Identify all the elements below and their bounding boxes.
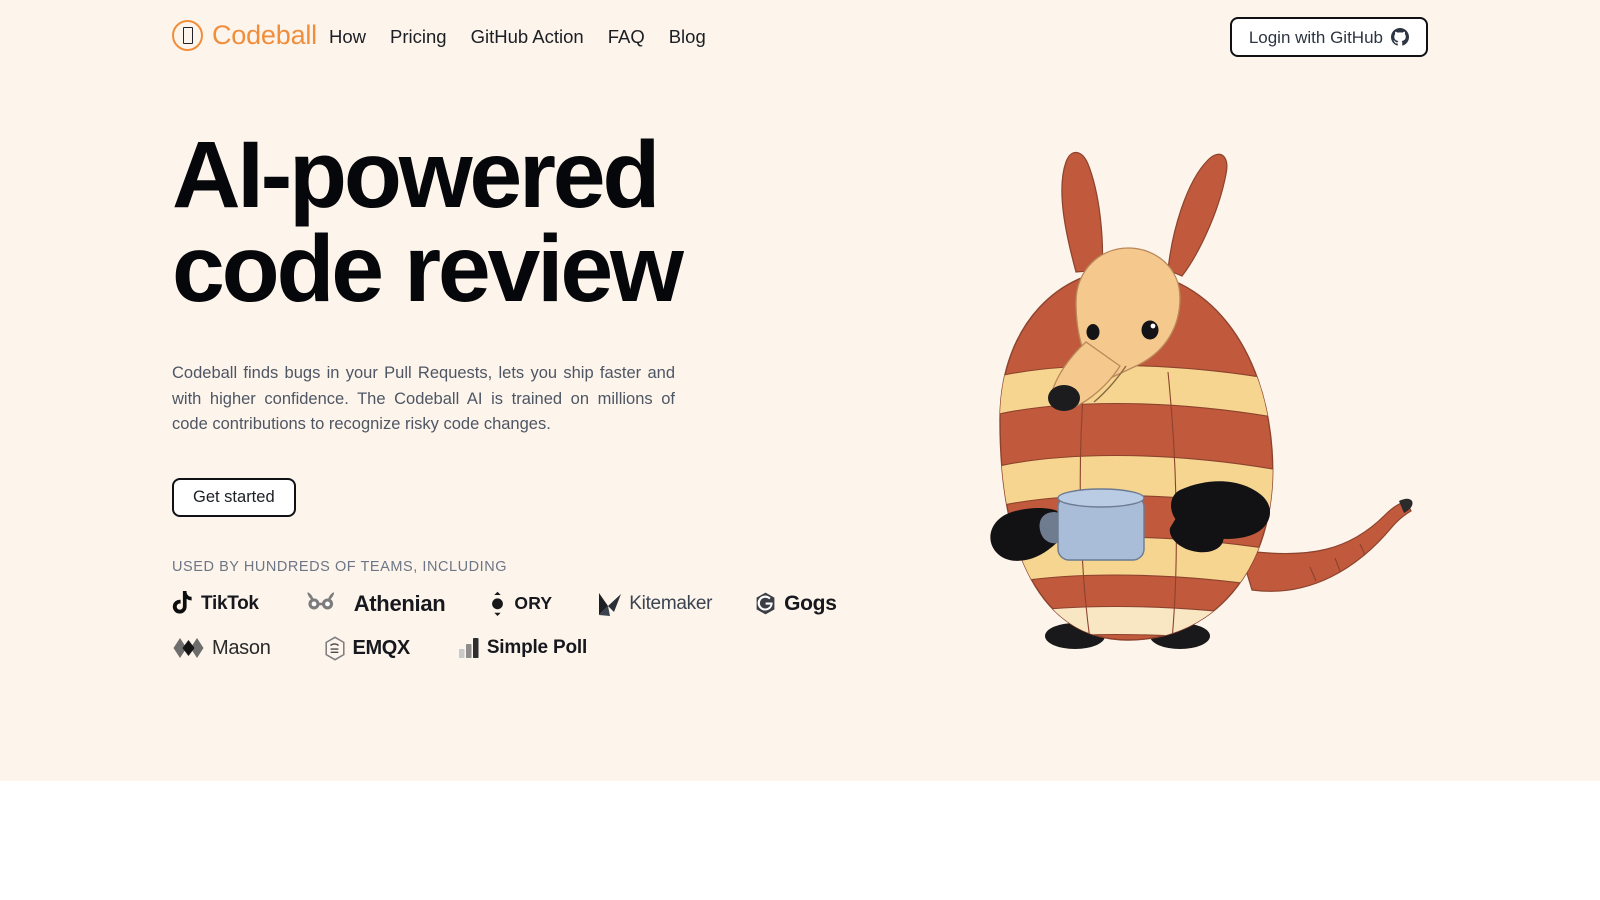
- customer-logo-simple-poll-label: Simple Poll: [486, 637, 588, 659]
- customer-logo-kitemaker: Kitemaker: [597, 591, 712, 617]
- kitemaker-icon: [599, 592, 622, 616]
- customer-logo-row-1: TikTok Athenian ORY Kitemaker Gogs: [172, 591, 837, 617]
- headline-line-1: AI-powered: [172, 122, 660, 228]
- customer-logo-tiktok: TikTok: [172, 591, 259, 616]
- nav-link-blog[interactable]: Blog: [657, 24, 718, 50]
- armadillo-svg: [990, 151, 1413, 649]
- codeball-logo-glyph: [182, 27, 193, 44]
- hero-content: AI-powered code review Codeball finds bu…: [172, 128, 837, 661]
- customer-logo-ory: ORY: [488, 591, 552, 617]
- customer-logo-tiktok-label: TikTok: [201, 592, 259, 614]
- headline-line-2: code review: [172, 216, 684, 323]
- page-root: Codeball How Pricing GitHub Action FAQ B…: [0, 0, 1600, 900]
- customer-logo-gogs-label: Gogs: [784, 591, 837, 615]
- customer-logo-grid: TikTok Athenian ORY Kitemaker Gogs Mason…: [172, 591, 837, 661]
- used-by-label: USED BY HUNDREDS OF TEAMS, INCLUDING: [172, 558, 508, 575]
- customer-logo-simple-poll: Simple Poll: [458, 637, 587, 659]
- hero-subtitle: Codeball finds bugs in your Pull Request…: [172, 364, 675, 434]
- brand-logo-link[interactable]: Codeball: [172, 20, 317, 51]
- emqx-icon: [324, 636, 345, 661]
- gogs-icon: [756, 592, 775, 614]
- login-with-github-button[interactable]: Login with GitHub: [1229, 17, 1428, 57]
- nav-links: How Pricing GitHub Action FAQ Blog: [329, 24, 718, 50]
- codeball-logo-icon: [172, 20, 203, 51]
- github-icon: [1391, 28, 1409, 46]
- customer-logo-kitemaker-label: Kitemaker: [629, 592, 713, 614]
- armadillo-with-mug-illustration: [880, 120, 1440, 680]
- nav-link-github-action[interactable]: GitHub Action: [459, 24, 596, 50]
- customer-logo-mason: Mason: [172, 636, 271, 660]
- tiktok-icon: [172, 591, 192, 614]
- top-navigation: Codeball How Pricing GitHub Action FAQ B…: [0, 0, 1600, 74]
- brand-name: Codeball: [212, 20, 317, 50]
- mason-icon: [173, 638, 204, 659]
- customer-logo-gogs: Gogs: [754, 591, 837, 616]
- get-started-button[interactable]: Get started: [172, 477, 296, 517]
- customer-logo-emqx: EMQX: [324, 636, 410, 661]
- nav-link-faq[interactable]: FAQ: [596, 24, 657, 50]
- customer-logo-athenian-label: Athenian: [353, 590, 446, 616]
- ory-icon: [492, 591, 504, 616]
- login-button-label: Login with GitHub: [1248, 27, 1383, 47]
- customer-logo-row-2: Mason EMQX Simple Poll: [172, 636, 812, 661]
- athenian-icon: [307, 592, 334, 610]
- customer-logo-athenian: Athenian: [306, 591, 446, 617]
- nav-link-pricing[interactable]: Pricing: [378, 24, 459, 50]
- customer-logo-emqx-label: EMQX: [352, 636, 411, 659]
- customer-logo-ory-label: ORY: [514, 593, 553, 614]
- simple-poll-icon: [458, 638, 479, 659]
- page-title: AI-powered code review: [172, 128, 812, 323]
- customer-logo-mason-label: Mason: [212, 636, 271, 659]
- nav-link-how[interactable]: How: [329, 24, 378, 50]
